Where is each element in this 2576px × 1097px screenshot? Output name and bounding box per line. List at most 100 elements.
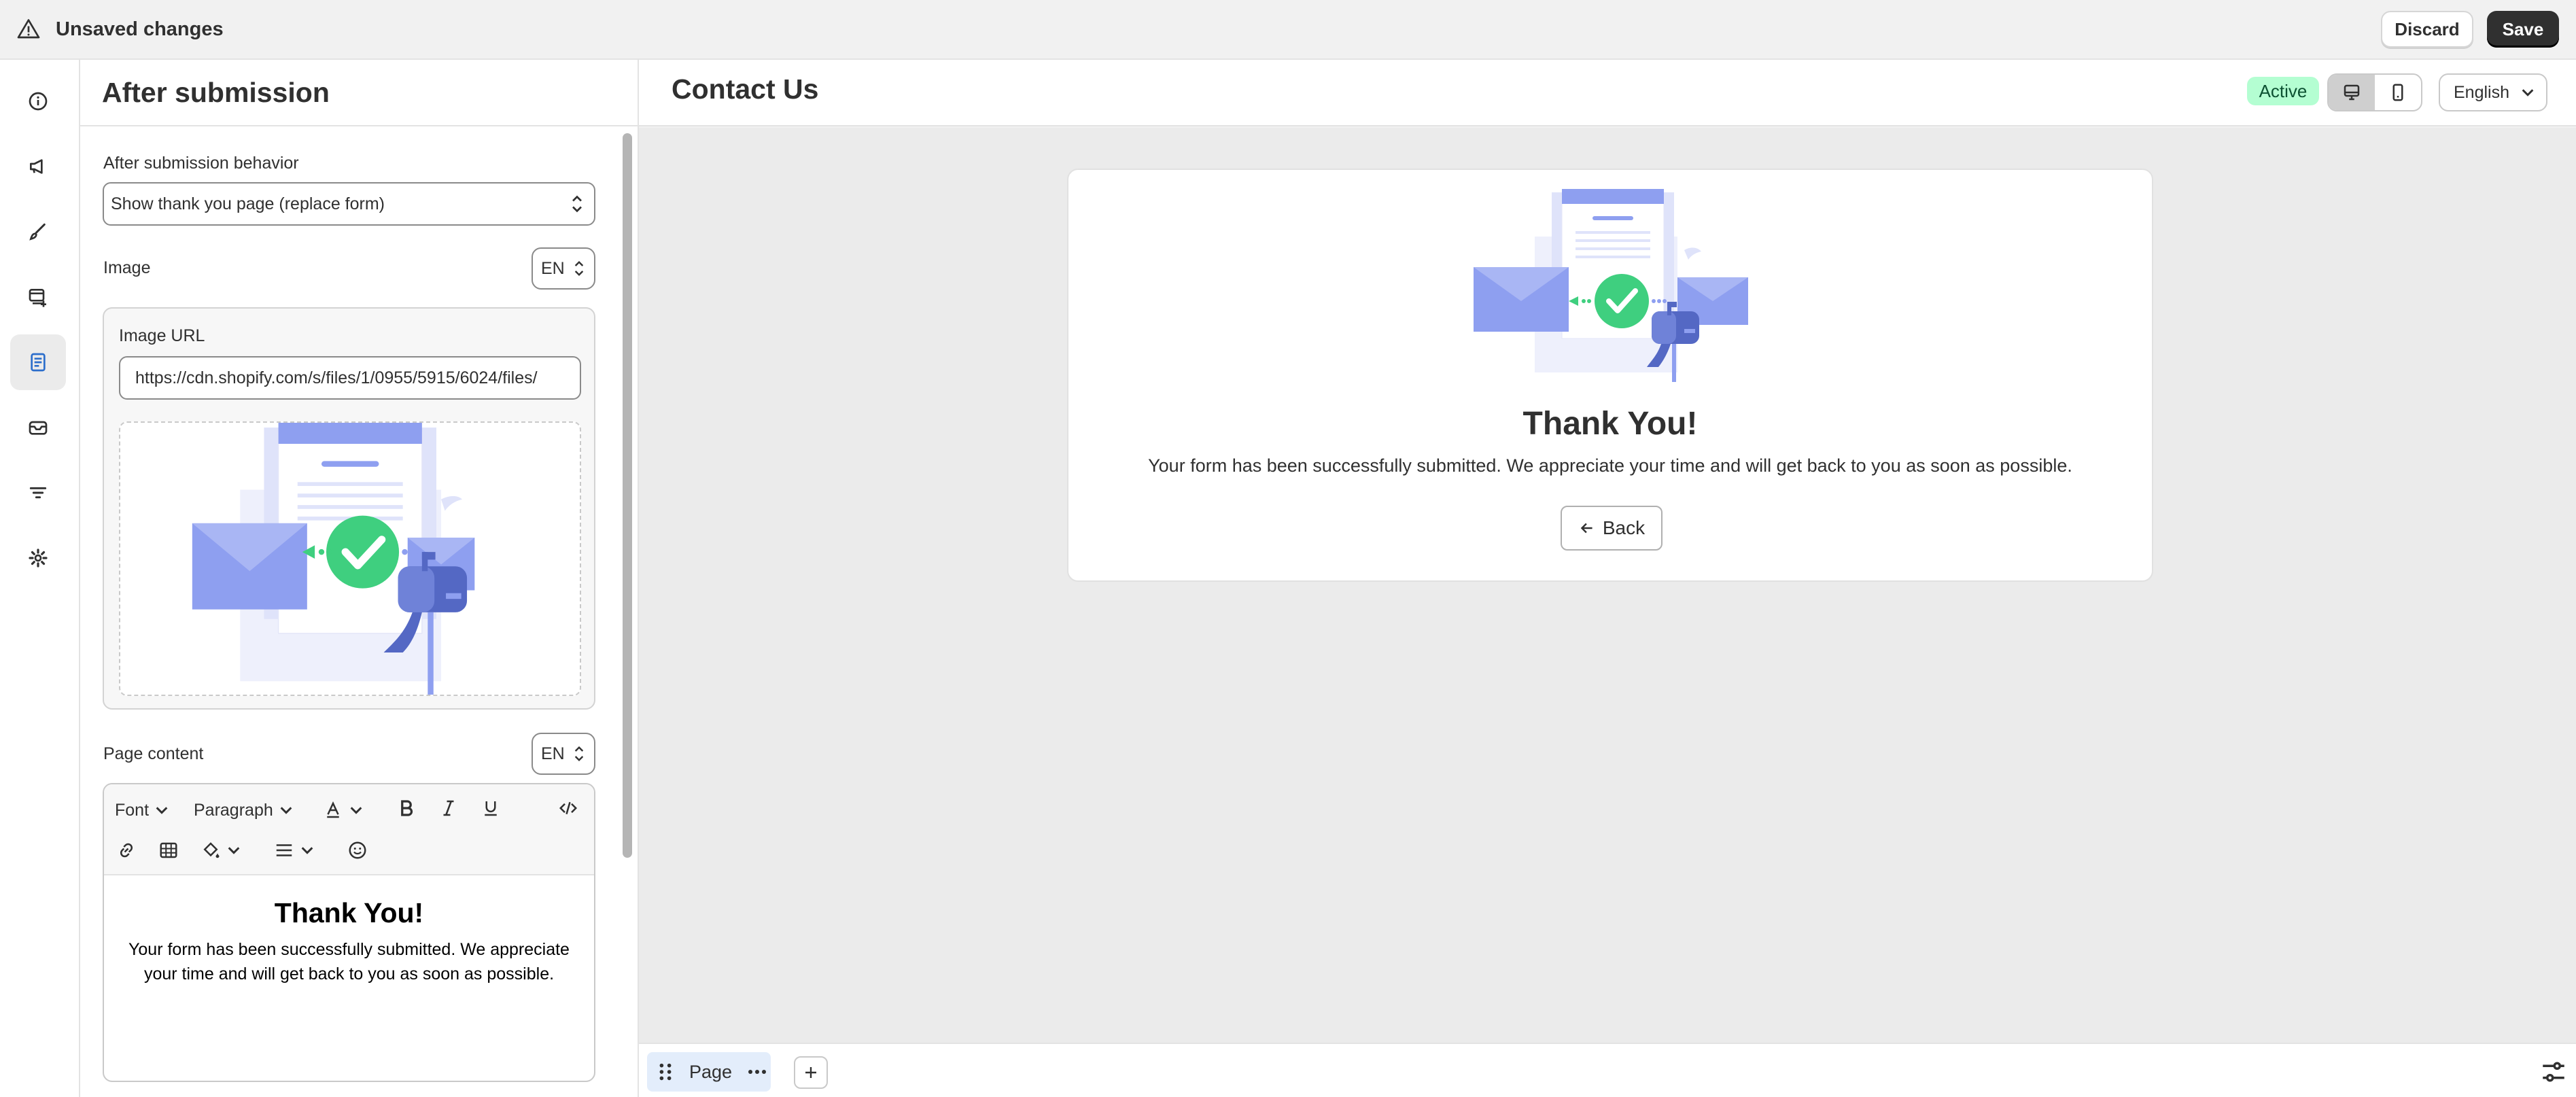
editor-heading: Thank You! xyxy=(274,897,424,928)
rail-item-announcement[interactable] xyxy=(10,139,66,194)
mobile-view-button[interactable] xyxy=(2375,75,2421,110)
unsaved-changes-label: Unsaved changes xyxy=(56,18,224,40)
code-view-button[interactable] xyxy=(558,798,578,818)
status-badge: Active xyxy=(2247,77,2319,105)
paint-brush-icon xyxy=(29,223,46,241)
thank-you-illustration xyxy=(192,423,475,695)
chevron-down-icon xyxy=(156,807,168,814)
thank-you-illustration xyxy=(1474,189,1748,382)
link-button[interactable] xyxy=(116,840,137,860)
table-button[interactable] xyxy=(158,840,179,860)
thank-you-card: Thank You! Your form has been successful… xyxy=(1067,169,2153,582)
content-language-select[interactable]: EN xyxy=(532,733,595,775)
font-dropdown[interactable]: Font xyxy=(115,797,169,824)
panel-title: After submission xyxy=(102,76,330,108)
chevron-down-icon xyxy=(228,847,240,854)
image-url-input[interactable]: https://cdn.shopify.com/s/files/1/0955/5… xyxy=(119,356,581,400)
select-chevron-icon xyxy=(574,746,584,762)
chevron-down-icon xyxy=(301,847,313,854)
email-icon xyxy=(29,421,48,435)
preview-canvas: Thank You! Your form has been successful… xyxy=(639,128,2576,1043)
language-value: English xyxy=(2454,82,2509,102)
text-color-dropdown[interactable] xyxy=(323,797,364,824)
rail-item-settings[interactable] xyxy=(10,530,66,586)
unsaved-changes-bar: Unsaved changes Discard Save xyxy=(0,0,2576,60)
image-label: Image xyxy=(103,258,151,277)
table-icon xyxy=(160,842,177,858)
paragraph-dropdown-label: Paragraph xyxy=(194,800,273,820)
editor-body: Your form has been successfully submitte… xyxy=(128,940,570,983)
add-page-button[interactable] xyxy=(794,1056,828,1089)
chevron-down-icon xyxy=(280,807,292,814)
content-language-value: EN xyxy=(541,744,565,763)
underline-button[interactable] xyxy=(481,798,501,818)
align-dropdown[interactable] xyxy=(274,840,315,860)
desktop-view-button[interactable] xyxy=(2329,75,2375,110)
navigation-rail xyxy=(0,60,80,1097)
adjustments-icon[interactable] xyxy=(2539,1058,2568,1086)
paragraph-dropdown[interactable]: Paragraph xyxy=(194,797,294,824)
filter-icon xyxy=(29,487,47,499)
card-heading: Thank You! xyxy=(1522,406,1698,442)
behavior-label: After submission behavior xyxy=(103,154,299,173)
select-chevron-icon xyxy=(572,195,582,213)
image-language-select[interactable]: EN xyxy=(532,247,595,290)
warning-icon xyxy=(17,19,40,39)
drag-handle-icon[interactable] xyxy=(657,1062,674,1082)
rail-item-filters[interactable] xyxy=(10,465,66,521)
bold-button[interactable] xyxy=(396,798,417,818)
mobile-icon xyxy=(2392,84,2403,101)
rich-text-editor: Font Paragraph Thank You! Your form has … xyxy=(103,783,595,1082)
rail-item-design[interactable] xyxy=(10,204,66,260)
chevron-down-icon xyxy=(2522,89,2534,97)
rail-item-after-submission[interactable] xyxy=(10,334,66,390)
info-icon xyxy=(29,92,48,111)
image-settings-box: Image URL https://cdn.shopify.com/s/file… xyxy=(103,307,595,710)
emoji-button[interactable] xyxy=(347,840,368,860)
select-chevron-icon xyxy=(574,260,584,277)
image-url-label: Image URL xyxy=(119,326,205,345)
back-button-label: Back xyxy=(1602,517,1646,538)
image-url-value: https://cdn.shopify.com/s/files/1/0955/5… xyxy=(135,368,538,387)
image-language-value: EN xyxy=(541,258,565,278)
form-title: Contact Us xyxy=(672,73,819,105)
link-icon xyxy=(120,843,133,858)
editor-content[interactable]: Thank You! Your form has been successful… xyxy=(104,875,594,986)
chevron-down-icon xyxy=(350,807,362,814)
bold-icon xyxy=(401,800,413,816)
after-submission-icon xyxy=(31,353,46,372)
save-button[interactable]: Save xyxy=(2487,11,2559,48)
back-button[interactable]: Back xyxy=(1561,506,1663,551)
underline-icon xyxy=(485,801,497,816)
plus-icon xyxy=(805,1067,816,1078)
page-content-label: Page content xyxy=(103,744,204,763)
rail-item-email[interactable] xyxy=(10,400,66,455)
discard-button[interactable]: Discard xyxy=(2381,11,2473,48)
page-tab-label: Page xyxy=(689,1061,733,1082)
behavior-select-value: Show thank you page (replace form) xyxy=(111,194,385,213)
fill-color-dropdown[interactable] xyxy=(201,840,241,860)
more-options-icon[interactable] xyxy=(747,1068,767,1075)
italic-button[interactable] xyxy=(438,798,459,818)
code-icon xyxy=(559,801,578,815)
desktop-icon xyxy=(2344,84,2360,101)
arrow-left-icon xyxy=(1580,523,1592,534)
preview-header: Contact Us Active English xyxy=(639,60,2576,126)
language-select[interactable]: English xyxy=(2439,73,2547,111)
emoji-icon xyxy=(349,841,366,859)
image-preview xyxy=(119,421,581,696)
rail-item-fields[interactable] xyxy=(10,269,66,325)
megaphone-icon xyxy=(30,159,43,174)
behavior-select[interactable]: Show thank you page (replace form) xyxy=(103,182,595,226)
card-body: Your form has been successfully submitte… xyxy=(1148,455,2072,476)
gear-icon xyxy=(29,548,48,568)
device-toggle xyxy=(2327,73,2422,111)
page-tab[interactable]: Page xyxy=(647,1052,771,1092)
paint-bucket-icon xyxy=(203,842,220,858)
rail-item-info[interactable] xyxy=(10,73,66,129)
pages-bar: Page xyxy=(639,1043,2576,1097)
panel-header: After submission xyxy=(80,60,638,126)
text-color-icon xyxy=(327,801,339,818)
italic-icon xyxy=(443,800,454,816)
panel-scrollbar[interactable] xyxy=(623,133,632,858)
